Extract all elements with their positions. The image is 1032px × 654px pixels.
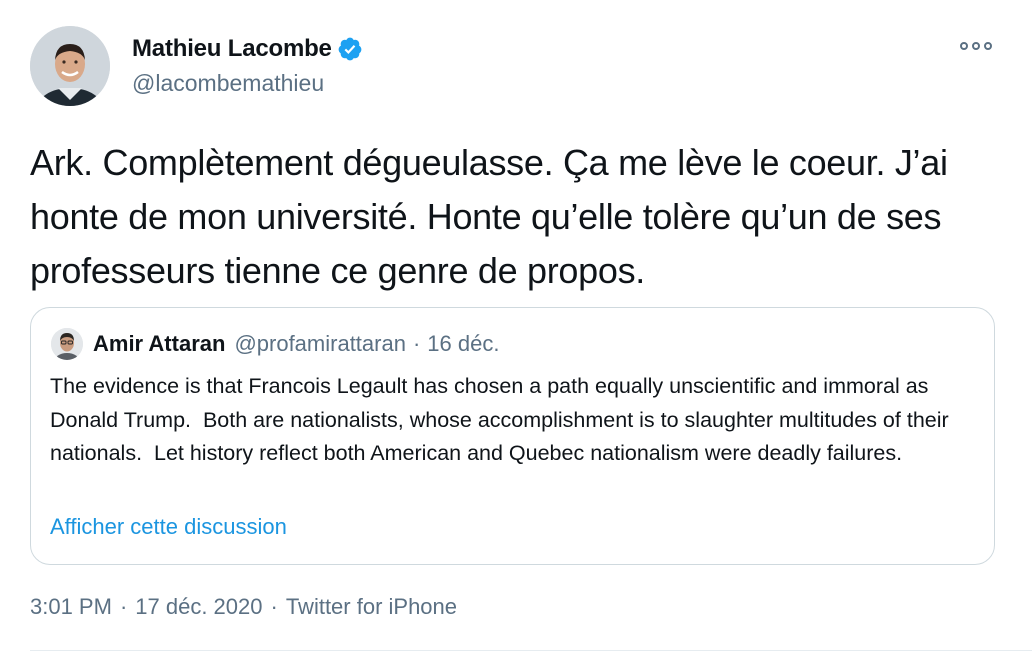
tweet-source[interactable]: Twitter for iPhone [286, 594, 457, 620]
tweet-header: Mathieu Lacombe @lacombemathieu [30, 26, 363, 106]
author-handle[interactable]: @lacombemathieu [132, 70, 363, 97]
author-name-row: Mathieu Lacombe [132, 34, 363, 64]
quoted-tweet-date: 16 déc. [427, 331, 500, 356]
tweet-meta: 3:01 PM · 17 déc. 2020 · Twitter for iPh… [30, 594, 457, 620]
quoted-separator: · [412, 331, 421, 356]
quoted-author-display-name: Amir Attaran [93, 331, 226, 356]
quoted-tweet[interactable]: Amir Attaran @profamirattaran · 16 déc. … [30, 307, 995, 565]
more-options-icon[interactable] [960, 36, 992, 56]
quoted-author-avatar [51, 328, 83, 360]
more-dot [984, 42, 992, 50]
author-avatar[interactable] [30, 26, 110, 106]
more-dot [972, 42, 980, 50]
divider [30, 650, 1032, 651]
more-dot [960, 42, 968, 50]
quoted-tweet-header: Amir Attaran @profamirattaran · 16 déc. [51, 328, 499, 360]
tweet-time[interactable]: 3:01 PM [30, 594, 112, 620]
verified-badge-icon [337, 36, 363, 62]
quoted-author-handle: @profamirattaran [234, 331, 406, 356]
tweet-text: Ark. Complètement dégueulasse. Ça me lèv… [30, 142, 948, 291]
meta-separator: · [119, 594, 128, 619]
tweet-card: Mathieu Lacombe @lacombemathieu Ark. Com… [0, 0, 1032, 654]
show-thread-link[interactable]: Afficher cette discussion [50, 514, 287, 540]
author-names: Mathieu Lacombe @lacombemathieu [132, 34, 363, 97]
meta-separator: · [270, 594, 278, 619]
author-display-name[interactable]: Mathieu Lacombe [132, 35, 332, 63]
tweet-date[interactable]: 17 déc. 2020 [135, 594, 262, 620]
quoted-tweet-text: The evidence is that Francois Legault ha… [50, 374, 955, 465]
